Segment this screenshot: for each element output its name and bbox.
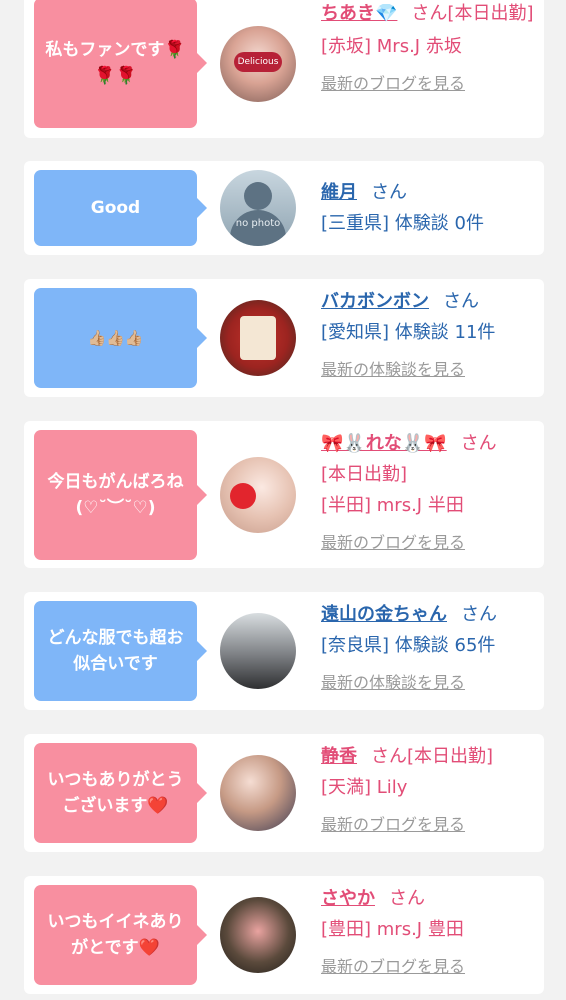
user-info: 維月 さん [三重県] 体験談 0件 xyxy=(321,177,534,239)
shop-info: [天満] Lily xyxy=(321,777,408,798)
latest-review-link[interactable]: 最新の体験談を見る xyxy=(321,354,534,385)
user-info: 遠山の金ちゃん さん [奈良県] 体験談 65件 最新の体験談を見る xyxy=(321,599,534,698)
user-name-link[interactable]: ちあき💎 xyxy=(321,3,397,24)
avatar[interactable] xyxy=(220,613,296,689)
user-name-link[interactable]: 維月 xyxy=(321,182,357,203)
suffix: さん[本日出勤] xyxy=(411,3,534,24)
message-text: いつもありがとう ございます❤️ xyxy=(47,770,184,816)
message-bubble: Good xyxy=(34,170,207,246)
review-info: [奈良県] 体験談 65件 xyxy=(321,635,496,656)
message-text: いつもイイネあり がとです❤️ xyxy=(47,912,184,958)
shop-info: [半田] mrs.J 半田 xyxy=(321,495,464,516)
suffix: さん xyxy=(461,604,497,625)
avatar-mask: Delicious xyxy=(234,52,282,72)
no-photo-silhouette xyxy=(244,182,272,210)
avatar[interactable] xyxy=(220,300,296,376)
no-photo-label: no photo xyxy=(235,218,281,229)
latest-blog-link[interactable]: 最新のブログを見る xyxy=(321,809,534,840)
suffix: さん xyxy=(371,182,407,203)
avatar[interactable] xyxy=(220,897,296,973)
avatar[interactable]: Delicious xyxy=(220,26,296,102)
message-card: Good no photo 維月 さん [三重県] 体験談 0件 xyxy=(24,161,544,255)
message-text: 今日もがんばろね (♡˘︶˘♡) xyxy=(47,472,184,518)
avatar[interactable]: no photo xyxy=(220,170,296,246)
avatar[interactable] xyxy=(220,457,296,533)
message-bubble: 👍🏼👍🏼👍🏼 xyxy=(34,288,207,388)
user-info: ちあき💎 さん[本日出勤] [赤坂] Mrs.J 赤坂 最新のブログを見る xyxy=(321,0,534,99)
user-info: さやか さん [豊田] mrs.J 豊田 最新のブログを見る xyxy=(321,883,534,982)
latest-review-link[interactable]: 最新の体験談を見る xyxy=(321,667,534,698)
suffix: さん xyxy=(460,433,497,454)
user-name-link[interactable]: 🎀🐰れな🐰🎀 xyxy=(321,433,447,454)
message-bubble: いつもありがとう ございます❤️ xyxy=(34,743,207,843)
message-text: どんな服でも超お 似合いです xyxy=(47,628,184,674)
avatar-sign xyxy=(240,316,276,360)
shop-info: [豊田] mrs.J 豊田 xyxy=(321,919,464,940)
message-card: いつもイイネあり がとです❤️ さやか さん [豊田] mrs.J 豊田 最新のブ… xyxy=(24,876,544,994)
message-bubble: どんな服でも超お 似合いです xyxy=(34,601,207,701)
user-info: バカボンボン さん [愛知県] 体験談 11件 最新の体験談を見る xyxy=(321,286,534,385)
work-status: [本日出勤] xyxy=(321,464,408,485)
suffix: さん xyxy=(443,291,479,312)
review-info: [三重県] 体験談 0件 xyxy=(321,213,484,234)
latest-blog-link[interactable]: 最新のブログを見る xyxy=(321,527,534,558)
heart-icon xyxy=(230,483,256,509)
user-name-link[interactable]: 静香 xyxy=(321,746,357,767)
message-text: 👍🏼👍🏼👍🏼 xyxy=(87,329,144,347)
user-name-link[interactable]: 遠山の金ちゃん xyxy=(321,604,447,625)
message-card: いつもありがとう ございます❤️ 静香 さん[本日出勤] [天満] Lily 最新… xyxy=(24,734,544,852)
avatar[interactable] xyxy=(220,755,296,831)
message-card: どんな服でも超お 似合いです 遠山の金ちゃん さん [奈良県] 体験談 65件 最… xyxy=(24,592,544,710)
message-bubble: 今日もがんばろね (♡˘︶˘♡) xyxy=(34,430,207,560)
message-card: 今日もがんばろね (♡˘︶˘♡) 🎀🐰れな🐰🎀 さん [本日出勤] [半田] mr… xyxy=(24,421,544,568)
message-bubble: いつもイイネあり がとです❤️ xyxy=(34,885,207,985)
latest-blog-link[interactable]: 最新のブログを見る xyxy=(321,68,534,99)
suffix: さん xyxy=(389,888,425,909)
user-name-link[interactable]: バカボンボン xyxy=(321,291,429,312)
message-bubble: 私もファンです🌹 🌹🌹 xyxy=(34,0,207,128)
suffix: さん[本日出勤] xyxy=(371,746,494,767)
message-card: 👍🏼👍🏼👍🏼 バカボンボン さん [愛知県] 体験談 11件 最新の体験談を見る xyxy=(24,279,544,397)
latest-blog-link[interactable]: 最新のブログを見る xyxy=(321,951,534,982)
message-text: 私もファンです🌹 🌹🌹 xyxy=(45,40,186,86)
user-name-link[interactable]: さやか xyxy=(321,888,375,909)
message-card: 私もファンです🌹 🌹🌹 Delicious ちあき💎 さん[本日出勤] [赤坂] … xyxy=(24,0,544,138)
message-text: Good xyxy=(90,198,141,218)
user-info: 静香 さん[本日出勤] [天満] Lily 最新のブログを見る xyxy=(321,741,534,840)
user-info: 🎀🐰れな🐰🎀 さん [本日出勤] [半田] mrs.J 半田 最新のブログを見る xyxy=(321,428,534,558)
shop-info: [赤坂] Mrs.J 赤坂 xyxy=(321,36,462,57)
review-info: [愛知県] 体験談 11件 xyxy=(321,322,496,343)
